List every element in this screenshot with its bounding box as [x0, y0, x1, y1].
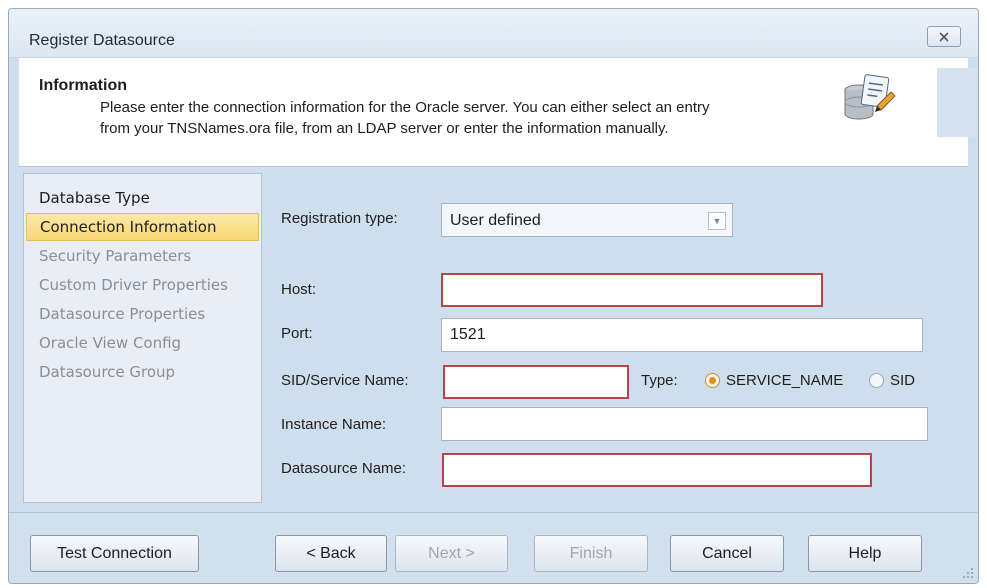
chevron-down-icon[interactable]: ▼	[708, 212, 726, 230]
resize-grip-icon[interactable]	[962, 567, 974, 579]
help-button[interactable]: Help	[808, 535, 922, 572]
info-heading: Information	[39, 77, 127, 94]
datasource-name-input[interactable]	[442, 453, 872, 487]
step-datasource-properties[interactable]: Datasource Properties	[26, 300, 259, 328]
registration-type-value: User defined	[450, 212, 541, 229]
sid-service-name-label: SID/Service Name:	[281, 372, 409, 389]
port-input[interactable]	[441, 318, 923, 352]
step-datasource-group[interactable]: Datasource Group	[26, 358, 259, 386]
database-register-icon	[844, 74, 896, 120]
wizard-steps-panel: Database Type Connection Information Sec…	[23, 173, 262, 503]
info-side-panel	[937, 68, 978, 137]
register-datasource-dialog: Register Datasource Information Please e…	[8, 8, 979, 584]
type-label: Type:	[641, 372, 678, 389]
close-button[interactable]	[927, 26, 961, 47]
cancel-button[interactable]: Cancel	[670, 535, 784, 572]
information-header: Information Please enter the connection …	[19, 58, 978, 167]
instance-name-label: Instance Name:	[281, 416, 387, 433]
sid-service-name-input[interactable]	[443, 365, 629, 399]
close-x-icon	[939, 31, 949, 42]
radio-sid[interactable]	[869, 373, 884, 388]
info-line-2: from your TNSNames.ora file, from an LDA…	[100, 120, 669, 137]
registration-type-label: Registration type:	[281, 210, 398, 227]
radio-sid-label[interactable]: SID	[890, 372, 915, 389]
test-connection-button[interactable]: Test Connection	[30, 535, 199, 572]
host-label: Host:	[281, 281, 317, 298]
host-input[interactable]	[441, 273, 823, 307]
title-bar: Register Datasource	[9, 9, 978, 58]
window-title: Register Datasource	[29, 32, 175, 49]
datasource-name-label: Datasource Name:	[281, 460, 407, 477]
radio-service-name[interactable]	[705, 373, 720, 388]
step-oracle-view-config[interactable]: Oracle View Config	[26, 329, 259, 357]
radio-service-name-label[interactable]: SERVICE_NAME	[726, 372, 843, 389]
back-button[interactable]: < Back	[275, 535, 387, 572]
port-label: Port:	[281, 325, 313, 342]
step-custom-driver-properties[interactable]: Custom Driver Properties	[26, 271, 259, 299]
info-line-1: Please enter the connection information …	[100, 99, 710, 116]
finish-button[interactable]: Finish	[534, 535, 648, 572]
instance-name-input[interactable]	[441, 407, 928, 441]
info-description: Please enter the connection information …	[100, 97, 840, 139]
registration-type-select[interactable]: User defined ▼	[441, 203, 733, 237]
step-connection-information[interactable]: Connection Information	[26, 213, 259, 241]
step-security-parameters[interactable]: Security Parameters	[26, 242, 259, 270]
next-button[interactable]: Next >	[395, 535, 508, 572]
step-database-type[interactable]: Database Type	[26, 184, 259, 212]
